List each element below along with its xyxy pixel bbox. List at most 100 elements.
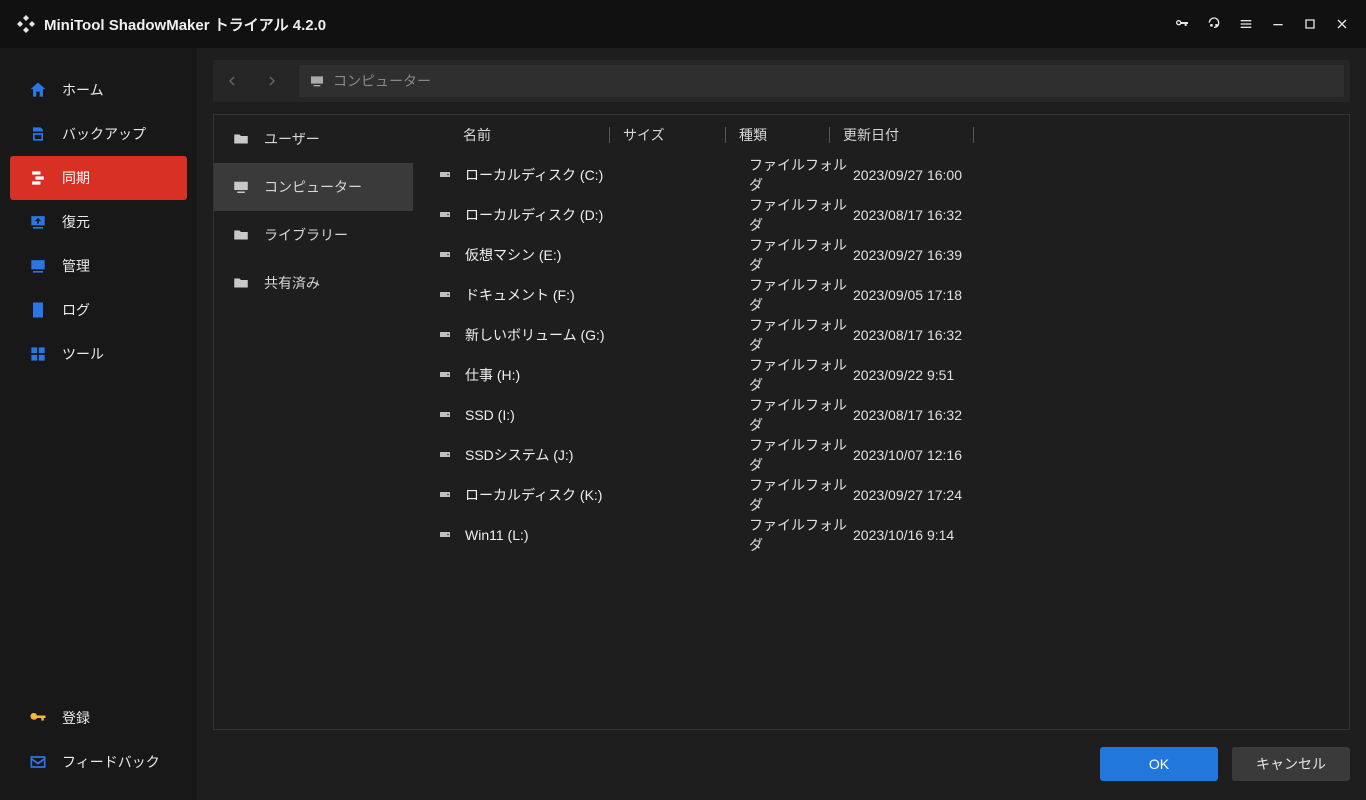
drive-icon (437, 169, 455, 181)
quick-item-label: ユーザー (264, 129, 320, 149)
row-name: Win11 (L:) (465, 527, 717, 543)
folder-icon (232, 226, 250, 244)
path-text: コンピューター (333, 71, 431, 91)
drive-row[interactable]: ローカルディスク (C:) ファイルフォルダ2023/09/27 16:00 (413, 155, 1349, 195)
drive-row[interactable]: 仕事 (H:)ファイルフォルダ2023/09/22 9:51 (413, 355, 1349, 395)
path-field[interactable]: コンピューター (299, 65, 1344, 97)
quick-item-shared[interactable]: 共有済み (214, 259, 413, 307)
row-type: ファイルフォルダ (749, 435, 853, 475)
row-name: ローカルディスク (C:) (465, 165, 717, 185)
manage-icon (28, 256, 48, 276)
drive-row[interactable]: SSDシステム (J:) ファイルフォルダ2023/10/07 12:16 (413, 435, 1349, 475)
rows-container: ローカルディスク (C:)ファイルフォルダ2023/09/27 16:00ローカ… (413, 155, 1349, 729)
sidebar-item-label: 登録 (62, 708, 90, 728)
sidebar: ホーム バックアップ 同期 復元 管理 ログ (0, 48, 197, 800)
sidebar-item-label: フィードバック (62, 752, 160, 772)
nav-forward-button[interactable] (259, 68, 285, 94)
row-date: 2023/09/05 17:18 (853, 287, 1021, 303)
sidebar-item-register[interactable]: 登録 (10, 696, 187, 740)
drive-icon (437, 489, 455, 501)
row-type: ファイルフォルダ (749, 275, 853, 315)
sidebar-item-backup[interactable]: バックアップ (10, 112, 187, 156)
row-type: ファイルフォルダ (749, 155, 853, 195)
row-type: ファイルフォルダ (749, 235, 853, 275)
file-list: 名前 サイズ 種類 更新日付 ローカルディスク (C:)ファイルフォルダ2023… (413, 115, 1349, 729)
column-date[interactable]: 更新日付 (843, 125, 987, 145)
row-type: ファイルフォルダ (749, 315, 853, 355)
sidebar-item-log[interactable]: ログ (10, 288, 187, 332)
quick-item-label: コンピューター (264, 177, 362, 197)
row-date: 2023/09/27 16:00 (853, 167, 1021, 183)
location-bar: コンピューター (213, 60, 1350, 102)
drive-row[interactable]: 新しいボリューム (G:) ファイルフォルダ2023/08/17 16:32 (413, 315, 1349, 355)
row-date: 2023/08/17 16:32 (853, 327, 1021, 343)
sidebar-item-manage[interactable]: 管理 (10, 244, 187, 288)
row-name: ドキュメント (F:) (465, 285, 717, 305)
row-type: ファイルフォルダ (749, 515, 853, 555)
drive-row[interactable]: ローカルディスク (K:) ファイルフォルダ2023/09/27 17:24 (413, 475, 1349, 515)
row-name: 新しいボリューム (G:) (465, 325, 717, 345)
row-type: ファイルフォルダ (749, 355, 853, 395)
row-date: 2023/08/17 16:32 (853, 407, 1021, 423)
drive-icon (437, 329, 455, 341)
computer-icon (232, 178, 250, 196)
app-logo-icon (14, 12, 38, 36)
folder-icon (232, 274, 250, 292)
computer-icon (309, 73, 325, 89)
restore-icon (28, 212, 48, 232)
sidebar-item-home[interactable]: ホーム (10, 68, 187, 112)
dialog-footer: OK キャンセル (213, 730, 1350, 782)
menu-icon[interactable] (1230, 8, 1262, 40)
sidebar-item-restore[interactable]: 復元 (10, 200, 187, 244)
cancel-button[interactable]: キャンセル (1232, 747, 1350, 781)
sidebar-item-sync[interactable]: 同期 (10, 156, 187, 200)
drive-icon (437, 249, 455, 261)
row-date: 2023/09/27 16:39 (853, 247, 1021, 263)
sidebar-item-label: ログ (62, 300, 90, 320)
user-folder-icon (232, 130, 250, 148)
home-icon (28, 80, 48, 100)
column-size[interactable]: サイズ (623, 125, 739, 145)
quick-access-panel: ユーザー コンピューター ライブラリー 共有済み (214, 115, 413, 729)
row-date: 2023/10/16 9:14 (853, 527, 1021, 543)
row-name: 仮想マシン (E:) (465, 245, 717, 265)
sidebar-item-tools[interactable]: ツール (10, 332, 187, 376)
quick-item-library[interactable]: ライブラリー (214, 211, 413, 259)
activate-license-icon[interactable] (1166, 8, 1198, 40)
minimize-button[interactable] (1262, 8, 1294, 40)
sidebar-item-label: ツール (62, 344, 104, 364)
drive-icon (437, 369, 455, 381)
titlebar: MiniTool ShadowMaker トライアル 4.2.0 (0, 0, 1366, 48)
row-type: ファイルフォルダ (749, 395, 853, 435)
sidebar-item-label: バックアップ (62, 124, 146, 144)
drive-icon (437, 409, 455, 421)
mail-icon (28, 752, 48, 772)
drive-row[interactable]: SSD (I:)ファイルフォルダ2023/08/17 16:32 (413, 395, 1349, 435)
drive-row[interactable]: ローカルディスク (D:)ファイルフォルダ2023/08/17 16:32 (413, 195, 1349, 235)
sidebar-item-feedback[interactable]: フィードバック (10, 740, 187, 784)
row-type: ファイルフォルダ (749, 475, 853, 515)
row-type: ファイルフォルダ (749, 195, 853, 235)
column-name[interactable]: 名前 (463, 125, 623, 145)
drive-row[interactable]: ドキュメント (F:) ファイルフォルダ2023/09/05 17:18 (413, 275, 1349, 315)
close-button[interactable] (1326, 8, 1358, 40)
row-date: 2023/10/07 12:16 (853, 447, 1021, 463)
row-date: 2023/09/27 17:24 (853, 487, 1021, 503)
drive-row[interactable]: 仮想マシン (E:) ファイルフォルダ2023/09/27 16:39 (413, 235, 1349, 275)
quick-item-computer[interactable]: コンピューター (214, 163, 413, 211)
row-name: SSDシステム (J:) (465, 445, 717, 465)
app-title: MiniTool ShadowMaker トライアル 4.2.0 (44, 14, 326, 35)
nav-back-button[interactable] (219, 68, 245, 94)
drive-row[interactable]: Win11 (L:) ファイルフォルダ2023/10/16 9:14 (413, 515, 1349, 555)
quick-item-user[interactable]: ユーザー (214, 115, 413, 163)
key-icon (28, 708, 48, 728)
column-type[interactable]: 種類 (739, 125, 843, 145)
row-name: 仕事 (H:) (465, 365, 717, 385)
sync-icon (28, 168, 48, 188)
row-name: ローカルディスク (K:) (465, 485, 717, 505)
ok-button[interactable]: OK (1100, 747, 1218, 781)
drive-icon (437, 529, 455, 541)
maximize-button[interactable] (1294, 8, 1326, 40)
quick-item-label: ライブラリー (264, 225, 348, 245)
help-icon[interactable] (1198, 8, 1230, 40)
